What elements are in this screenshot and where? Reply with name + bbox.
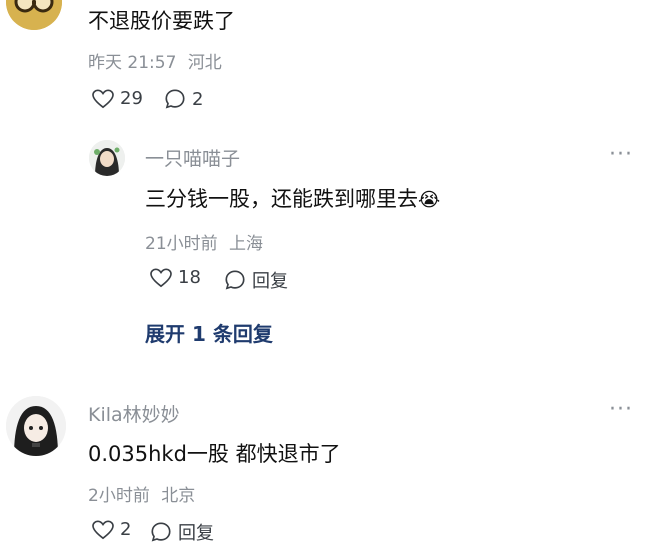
comment-time: 昨天 21:57 [88, 53, 177, 73]
comment-text: 0.035hkd一股 都快退市了 [88, 442, 341, 466]
heart-icon [150, 268, 172, 287]
reply-button[interactable]: 回复 [224, 267, 288, 293]
more-options-button[interactable]: ··· [609, 142, 633, 167]
reply-location: 上海 [229, 234, 264, 254]
like-count: 2 [120, 519, 132, 540]
reply-button[interactable]: 2 [164, 88, 203, 110]
reply-label: 回复 [252, 271, 288, 292]
avatar-glasses-icon [6, 0, 62, 30]
avatar-girl-icon [89, 140, 125, 176]
heart-icon [92, 520, 114, 539]
avatar[interactable] [6, 0, 62, 30]
comment-meta: 昨天 21:57 河北 [88, 48, 222, 73]
comment-meta: 2小时前 北京 [88, 481, 195, 506]
reply-count: 2 [192, 88, 204, 110]
comment-bubble-icon [165, 89, 185, 109]
crying-emoji-icon: 😭 [418, 189, 441, 211]
like-button[interactable]: 18 [150, 267, 201, 288]
username[interactable]: 一只喵喵子 [145, 144, 240, 171]
comment-text: 不退股价要跌了 [88, 9, 235, 33]
reply-meta: 21小时前 上海 [145, 229, 263, 254]
heart-icon [92, 89, 114, 108]
like-button[interactable]: 29 [92, 88, 143, 109]
comment-bubble-icon [151, 522, 171, 542]
reply-button[interactable]: 回复 [150, 519, 214, 545]
reply-label: 回复 [178, 523, 214, 544]
avatar[interactable] [6, 396, 66, 456]
comment-location: 北京 [161, 486, 196, 506]
reply-time: 21小时前 [145, 234, 218, 254]
more-options-button[interactable]: ··· [609, 397, 633, 422]
like-count: 18 [178, 267, 201, 288]
avatar[interactable] [89, 140, 125, 176]
comment-bubble-icon [225, 270, 245, 290]
expand-replies-button[interactable]: 展开 1 条回复 [145, 318, 273, 347]
username[interactable]: Kila林妙妙 [88, 400, 180, 427]
comment-location: 河北 [187, 53, 222, 73]
reply-text: 三分钱一股，还能跌到哪里去😭 [145, 183, 440, 213]
avatar-anime-girl-icon [6, 396, 66, 456]
like-button[interactable]: 2 [92, 519, 131, 540]
reply-text-body: 三分钱一股，还能跌到哪里去 [145, 187, 418, 211]
comment-time: 2小时前 [88, 486, 150, 506]
like-count: 29 [120, 88, 143, 109]
